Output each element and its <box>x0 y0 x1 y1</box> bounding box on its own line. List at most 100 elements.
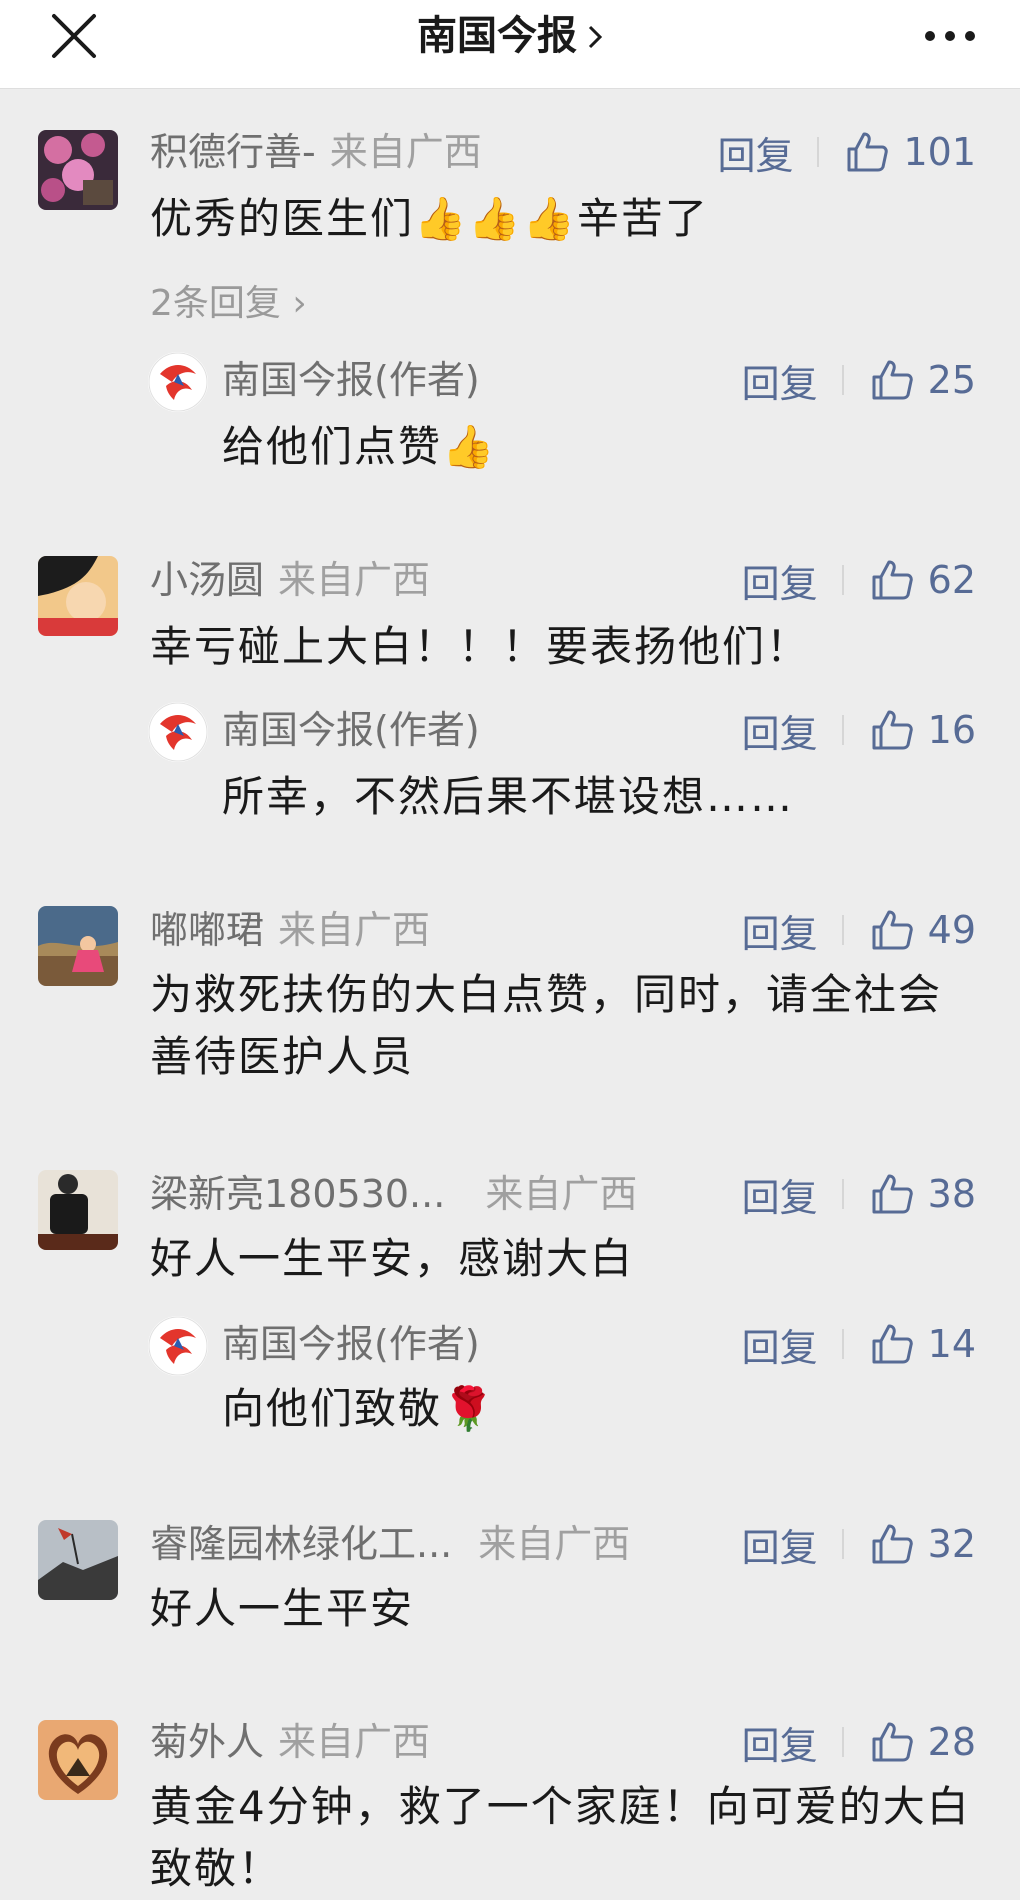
reply-text: 所幸，不然后果不堪设想…… <box>222 772 795 821</box>
reply-button[interactable]: 回复 <box>742 903 818 958</box>
user-location: 来自广西 <box>278 908 431 952</box>
author-name[interactable]: 南国今报(作者) <box>222 708 480 752</box>
comment-text: 幸亏碰上大白！！！要表扬他们！ <box>150 622 811 671</box>
like-count: 14 <box>927 1322 976 1366</box>
like-count: 49 <box>927 908 976 952</box>
comment-header: 睿隆园林绿化工... 来自广西 回复 32 <box>150 1516 976 1572</box>
like-count: 16 <box>927 708 976 752</box>
reply-actions: 回复 14 <box>742 1316 976 1372</box>
avatar[interactable] <box>38 556 118 636</box>
divider <box>841 1179 844 1209</box>
reply-header: 南国今报(作者) 回复 14 <box>222 1316 976 1372</box>
thumbs-up-icon <box>872 1174 913 1214</box>
like-count: 25 <box>927 358 976 402</box>
comment-text: 好人一生平安 <box>150 1584 415 1633</box>
chevron-right-icon <box>587 12 603 64</box>
divider <box>841 1529 844 1559</box>
comment-header: 嘟嘟珺 来自广西 回复 49 <box>150 902 976 958</box>
like-button[interactable]: 62 <box>870 558 976 602</box>
like-button[interactable]: 49 <box>870 908 976 952</box>
thumbs-up-icon <box>872 1722 913 1762</box>
user-location: 来自广西 <box>278 1720 431 1764</box>
divider <box>841 365 844 395</box>
comment-header: 菊外人 来自广西 回复 28 <box>150 1714 976 1770</box>
reply-button[interactable]: 回复 <box>717 125 793 180</box>
comment-actions: 回复 32 <box>742 1516 976 1572</box>
comment-header: 小汤圆 来自广西 回复 62 <box>150 552 976 608</box>
comment-text: 为救死扶伤的大白点赞，同时，请全社会善待医护人员 <box>150 970 943 1081</box>
avatar[interactable] <box>38 1520 118 1600</box>
comment-actions: 回复 101 <box>717 124 976 180</box>
user-name[interactable]: 积德行善- <box>150 130 316 174</box>
comment-text: 好人一生平安，感谢大白 <box>150 1234 635 1283</box>
comment-text: 优秀的医生们👍👍👍辛苦了 <box>150 194 709 243</box>
like-button[interactable]: 101 <box>845 130 976 174</box>
comment-header: 积德行善- 来自广西 回复 101 <box>150 124 976 180</box>
author-avatar[interactable] <box>148 1316 208 1376</box>
comment-header: 梁新亮180530... 来自广西 回复 38 <box>150 1166 976 1222</box>
reply-header: 南国今报(作者) 回复 25 <box>222 352 976 408</box>
like-count: 62 <box>927 558 976 602</box>
reply-button[interactable]: 回复 <box>742 553 818 608</box>
user-location: 来自广西 <box>329 130 482 174</box>
thumbs-up-icon <box>872 1324 913 1364</box>
reply-button[interactable]: 回复 <box>742 703 818 758</box>
avatar[interactable] <box>38 1170 118 1250</box>
divider <box>841 915 844 945</box>
top-bar: 南国今报 <box>0 0 1020 89</box>
reply-button[interactable]: 回复 <box>742 1517 818 1572</box>
like-count: 38 <box>927 1172 976 1216</box>
thumbs-up-icon <box>872 910 913 950</box>
avatar[interactable] <box>38 130 118 210</box>
like-count: 32 <box>927 1522 976 1566</box>
avatar[interactable] <box>38 906 118 986</box>
reply-header: 南国今报(作者) 回复 16 <box>222 702 976 758</box>
divider <box>841 565 844 595</box>
comment-actions: 回复 49 <box>742 902 976 958</box>
user-location: 来自广西 <box>478 1522 631 1566</box>
thumbs-up-icon <box>872 360 913 400</box>
more-dots-icon[interactable] <box>922 18 978 54</box>
reply-text: 向他们致敬🌹 <box>222 1384 497 1433</box>
like-button[interactable]: 28 <box>870 1720 976 1764</box>
reply-text: 给他们点赞👍 <box>222 422 497 471</box>
avatar[interactable] <box>38 1720 118 1800</box>
reply-actions: 回复 25 <box>742 352 976 408</box>
divider <box>841 1329 844 1359</box>
like-button[interactable]: 25 <box>870 358 976 402</box>
thumbs-up-icon <box>872 710 913 750</box>
user-name[interactable]: 菊外人 <box>150 1720 264 1764</box>
page-title: 南国今报 <box>417 13 577 59</box>
user-name[interactable]: 睿隆园林绿化工... <box>150 1522 452 1566</box>
thumbs-up-icon <box>872 560 913 600</box>
user-location: 来自广西 <box>485 1172 638 1216</box>
like-count: 28 <box>927 1720 976 1764</box>
like-count: 101 <box>903 130 976 174</box>
user-name[interactable]: 嘟嘟珺 <box>150 908 264 952</box>
like-button[interactable]: 38 <box>870 1172 976 1216</box>
user-location: 来自广西 <box>278 558 431 602</box>
user-name[interactable]: 梁新亮180530... <box>150 1172 445 1216</box>
author-name[interactable]: 南国今报(作者) <box>222 358 480 402</box>
reply-button[interactable]: 回复 <box>742 1715 818 1770</box>
author-name[interactable]: 南国今报(作者) <box>222 1322 480 1366</box>
account-title[interactable]: 南国今报 <box>0 10 1020 64</box>
divider <box>817 137 820 167</box>
comment-actions: 回复 62 <box>742 552 976 608</box>
divider <box>841 715 844 745</box>
reply-actions: 回复 16 <box>742 702 976 758</box>
divider <box>841 1727 844 1757</box>
reply-button[interactable]: 回复 <box>742 353 818 408</box>
more-replies-link[interactable]: 2条回复 › <box>150 274 307 326</box>
like-button[interactable]: 14 <box>870 1322 976 1366</box>
like-button[interactable]: 32 <box>870 1522 976 1566</box>
reply-button[interactable]: 回复 <box>742 1317 818 1372</box>
thumbs-up-icon <box>847 132 889 172</box>
author-avatar[interactable] <box>148 352 208 412</box>
author-avatar[interactable] <box>148 702 208 762</box>
comment-actions: 回复 28 <box>742 1714 976 1770</box>
user-name[interactable]: 小汤圆 <box>150 558 264 602</box>
comment-text: 黄金4分钟，救了一个家庭！向可爱的大白致敬！ <box>150 1782 971 1893</box>
like-button[interactable]: 16 <box>870 708 976 752</box>
reply-button[interactable]: 回复 <box>742 1167 818 1222</box>
